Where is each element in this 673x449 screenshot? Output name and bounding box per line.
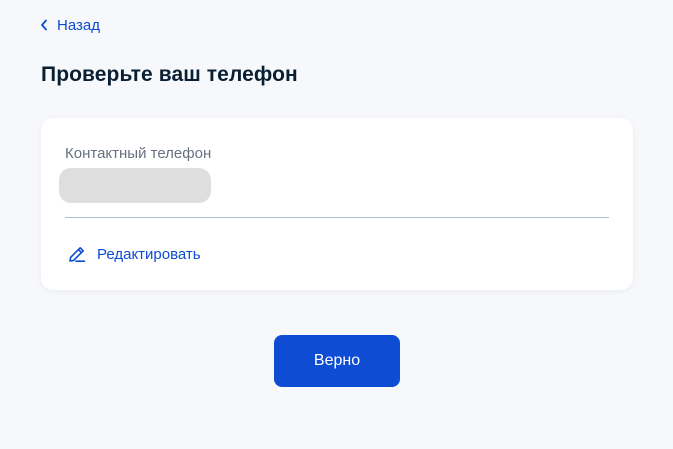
contact-phone-label: Контактный телефон <box>65 145 212 162</box>
confirm-button[interactable]: Верно <box>274 335 400 387</box>
page-title: Проверьте ваш телефон <box>41 63 298 86</box>
divider <box>65 217 609 218</box>
edit-button[interactable]: Редактировать <box>67 242 201 266</box>
chevron-left-icon <box>40 19 48 31</box>
back-link[interactable]: Назад <box>40 15 100 35</box>
phone-value-redacted <box>59 168 211 203</box>
back-link-label: Назад <box>57 16 100 34</box>
edit-label: Редактировать <box>97 245 201 263</box>
contact-card: Контактный телефон Редактировать <box>41 118 633 290</box>
pencil-icon <box>67 244 87 264</box>
